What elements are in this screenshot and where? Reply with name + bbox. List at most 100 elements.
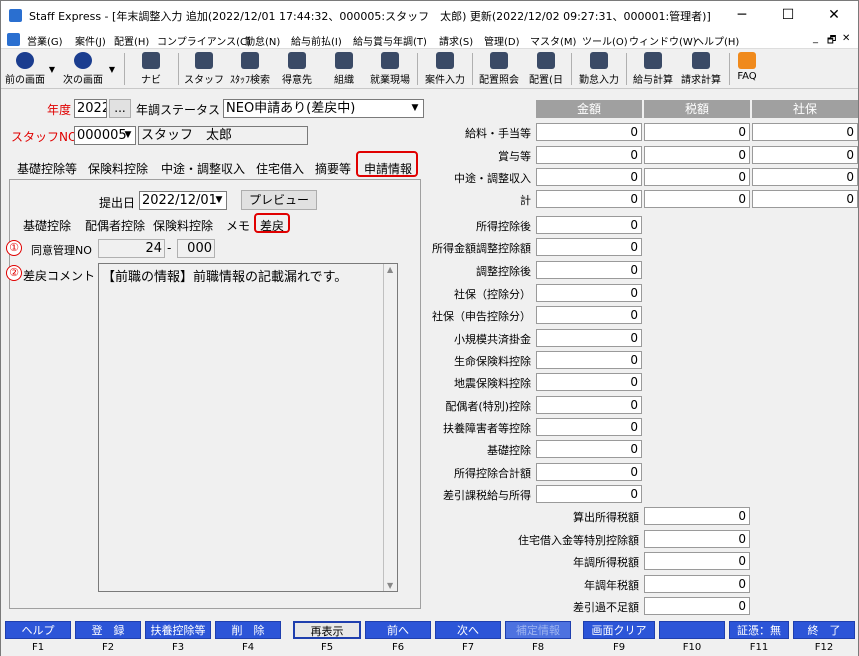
toolbar-next-dropdown[interactable]: ▼ [107, 65, 117, 101]
f7-key-label: F7 [461, 642, 475, 653]
arrow-left-icon [16, 52, 34, 69]
toolbar-separator [571, 53, 572, 85]
tab-remarks[interactable]: 摘要等 [315, 160, 351, 177]
menu-kanri[interactable]: 管理(D) [484, 33, 520, 48]
menu-help[interactable]: ヘルプ(H) [694, 33, 739, 48]
subtab-insurance-deduction[interactable]: 保険料控除 [153, 217, 213, 234]
tab-housing-loan[interactable]: 住宅借入 [256, 160, 304, 177]
function-key-bar: ヘルプ F1 登 録 F2 扶養控除等 F3 削 除 F4 再表示 F5 前へ … [1, 620, 858, 656]
payroll-icon [644, 52, 662, 69]
menu-kintai[interactable]: 勤怠(N) [245, 33, 280, 48]
toolbar-billing-button[interactable]: 請求計算 [677, 51, 725, 87]
menu-anken[interactable]: 案件(J) [75, 33, 106, 48]
toolbar-prev-dropdown[interactable]: ▼ [47, 65, 57, 101]
tax-value: 0 [644, 530, 750, 548]
year-input[interactable]: 2022 [74, 99, 107, 118]
billing-icon [692, 52, 710, 69]
submit-date-select[interactable]: 2022/12/01 ▼ [139, 191, 227, 210]
marker-1: ① [6, 240, 22, 256]
f4-delete-button[interactable]: 削 除 [215, 621, 281, 639]
toolbar-case-input-button[interactable]: 案件入力 [421, 51, 469, 87]
f11-evidence-button[interactable]: 証憑：無 [729, 621, 789, 639]
f1-help-button[interactable]: ヘルプ [5, 621, 71, 639]
row-label: 住宅借入金等特別控除額 [518, 534, 639, 547]
year-picker-button[interactable]: ... [109, 99, 131, 118]
year-label: 年度 [47, 103, 72, 117]
toolbar-staff-search-button[interactable]: ｽﾀｯﾌ検索 [228, 51, 272, 87]
toolbar-assign-view-button[interactable]: 配置照会 [475, 51, 523, 87]
menu-haichi[interactable]: 配置(H) [114, 33, 149, 48]
preview-button[interactable]: プレビュー [241, 190, 317, 210]
row-label: 差引過不足額 [573, 601, 639, 614]
scroll-down-icon[interactable]: ▼ [387, 581, 393, 590]
org-icon [335, 52, 353, 69]
row-label: 年調年税額 [584, 579, 639, 592]
f1-key-label: F1 [31, 642, 45, 653]
toolbar-client-button[interactable]: 得意先 [277, 51, 317, 87]
mdi-minimize-button[interactable]: _ [813, 33, 818, 44]
f9-clear-button[interactable]: 画面クリア [583, 621, 655, 639]
midterm-social: 0 [752, 168, 858, 186]
toolbar-separator [472, 53, 473, 85]
close-button[interactable]: ✕ [811, 1, 857, 30]
f8-supplement-button[interactable]: 補定情報 [505, 621, 571, 639]
scroll-up-icon[interactable]: ▲ [387, 265, 393, 274]
subtab-basic-deduction[interactable]: 基礎控除 [23, 217, 71, 234]
subtab-memo[interactable]: メモ [226, 217, 250, 234]
site-icon [381, 52, 399, 69]
subtab-spouse-deduction[interactable]: 配偶者控除 [85, 217, 145, 234]
client-icon [288, 52, 306, 69]
menu-compliance[interactable]: コンプライアンス(C) [157, 33, 251, 48]
mdi-close-button[interactable]: ✕ [842, 33, 850, 44]
minimize-button[interactable]: ─ [719, 1, 765, 30]
toolbar-org-button[interactable]: 組織 [324, 51, 364, 87]
toolbar-payroll-button[interactable]: 給与計算 [629, 51, 677, 87]
toolbar-separator [178, 53, 179, 85]
midterm-amount: 0 [536, 168, 642, 186]
toolbar-navi-button[interactable]: ナビ [131, 51, 171, 87]
tab-midterm-income[interactable]: 中途・調整収入 [161, 160, 245, 177]
f3-dependent-button[interactable]: 扶養控除等 [145, 621, 211, 639]
status-value: NEO申請あり(差戻中) [226, 101, 356, 116]
tab-insurance-deductions[interactable]: 保険料控除 [88, 160, 148, 177]
return-comment-text: 【前職の情報】前職情報の記載漏れです。 [102, 270, 348, 285]
menu-tool[interactable]: ツール(O) [582, 33, 628, 48]
maximize-button[interactable]: ☐ [765, 1, 811, 30]
midterm-tax: 0 [644, 168, 750, 186]
toolbar-attendance-button[interactable]: 勤怠入力 [575, 51, 623, 87]
f5-key-label: F5 [320, 642, 334, 653]
toolbar-staff-button[interactable]: スタッフ [184, 51, 224, 87]
menu-kyuyo[interactable]: 給与賞与年調(T) [353, 33, 427, 48]
f6-prev-button[interactable]: 前へ [365, 621, 431, 639]
tab-basic-deductions[interactable]: 基礎控除等 [17, 160, 77, 177]
menu-window[interactable]: ウィンドウ(W) [629, 33, 697, 48]
window-title: Staff Express - [年末調整入力 追加(2022/12/01 17… [29, 10, 711, 23]
f7-next-button[interactable]: 次へ [435, 621, 501, 639]
title-bar: Staff Express - [年末調整入力 追加(2022/12/01 17… [1, 1, 858, 30]
toolbar-assign-day-button[interactable]: 配置(日 [525, 51, 567, 87]
chevron-down-icon: ▼ [124, 130, 132, 140]
return-comment-textarea[interactable]: 【前職の情報】前職情報の記載漏れです。 ▲ ▼ [98, 263, 398, 592]
row-label: 生命保険料控除 [454, 355, 531, 368]
toolbar-next-button[interactable]: 次の画面 [61, 51, 105, 87]
status-select[interactable]: NEO申請あり(差戻中) ▼ [223, 99, 424, 118]
menu-seikyu[interactable]: 請求(S) [439, 33, 473, 48]
row-label: 所得控除後 [476, 220, 531, 233]
f2-register-button[interactable]: 登 録 [75, 621, 141, 639]
f12-exit-button[interactable]: 終 了 [793, 621, 855, 639]
menu-eigyo[interactable]: 営業(G) [27, 33, 63, 48]
f5-redisplay-button[interactable]: 再表示 [293, 621, 361, 639]
f10-button[interactable] [659, 621, 725, 639]
row-label: 社保（申告控除分） [432, 310, 531, 323]
staff-no-select[interactable]: 000005 ▼ [74, 126, 136, 145]
deduction-value: 0 [536, 261, 642, 279]
toolbar-prev-button[interactable]: 前の画面 [3, 51, 47, 87]
menu-maebarai[interactable]: 給与前払(I) [291, 33, 342, 48]
toolbar-faq-button[interactable]: FAQ [733, 51, 761, 87]
toolbar-site-button[interactable]: 就業現場 [368, 51, 412, 87]
menu-master[interactable]: マスタ(M) [530, 33, 576, 48]
f12-key-label: F12 [814, 642, 834, 653]
comment-scrollbar[interactable]: ▲ ▼ [383, 264, 397, 591]
mdi-restore-button[interactable]: 🗗 [827, 33, 836, 50]
deduction-value: 0 [536, 351, 642, 369]
